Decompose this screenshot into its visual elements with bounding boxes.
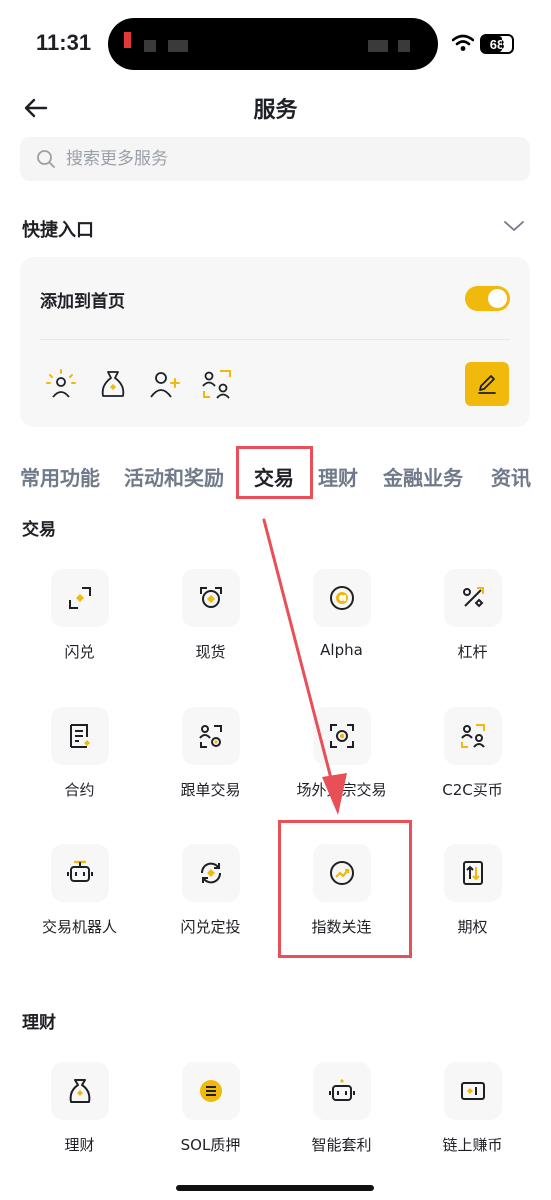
sol-staking-icon	[199, 1080, 222, 1102]
home-indicator	[176, 1185, 374, 1191]
edit-shortcuts-button[interactable]	[465, 362, 509, 406]
service-convert[interactable]: 闪兑	[14, 569, 145, 662]
add-to-home-toggle[interactable]	[465, 286, 510, 311]
service-label: 期权	[457, 918, 488, 936]
dynamic-island	[108, 18, 438, 70]
service-margin[interactable]: 杠杆	[407, 569, 538, 662]
robot-icon	[66, 860, 93, 882]
earn-icon	[69, 1079, 90, 1103]
search-input[interactable]	[66, 137, 506, 181]
service-label: SOL质押	[180, 1136, 241, 1154]
highlight-box-index-link	[278, 820, 412, 958]
tab-activities-rewards[interactable]: 活动和奖励	[124, 462, 224, 491]
service-recurring-buy[interactable]: 闪兑定投	[145, 844, 276, 937]
options-icon	[462, 861, 483, 885]
section-title-trading: 交易	[22, 520, 56, 540]
status-time: 11:31	[36, 30, 92, 55]
tab-common[interactable]: 常用功能	[20, 462, 100, 491]
smart-arbitrage-icon	[328, 1079, 355, 1101]
sun-person-icon[interactable]	[44, 367, 78, 401]
service-sol-staking[interactable]: SOL质押	[145, 1062, 276, 1155]
service-label: 闪兑	[64, 643, 95, 661]
island-pixel	[144, 40, 156, 52]
service-label: 链上赚币	[442, 1136, 503, 1154]
service-earn[interactable]: 理财	[14, 1062, 145, 1155]
island-pixel	[398, 40, 410, 52]
convert-icon	[68, 587, 91, 609]
copy-trading-icon	[198, 725, 222, 748]
island-pixel	[368, 40, 388, 52]
add-user-icon[interactable]	[148, 367, 182, 401]
wifi-icon	[452, 34, 474, 51]
service-c2c[interactable]: C2C买币	[407, 707, 538, 800]
quick-entry-card: 添加到首页	[20, 257, 530, 427]
service-trading-bot[interactable]: 交易机器人	[14, 844, 145, 937]
spot-icon	[199, 587, 222, 608]
onchain-earn-icon	[460, 1082, 485, 1100]
futures-icon	[69, 724, 90, 748]
add-to-home-label: 添加到首页	[40, 292, 125, 312]
service-label: 闪兑定投	[180, 918, 241, 936]
edit-pencil-icon	[478, 375, 496, 394]
person-scan-icon[interactable]	[200, 367, 234, 401]
island-indicator	[124, 32, 131, 48]
tab-news[interactable]: 资讯	[491, 462, 531, 491]
service-label: 智能套利	[311, 1136, 372, 1154]
tab-earn[interactable]: 理财	[318, 462, 358, 491]
quick-entry-title: 快捷入口	[22, 220, 94, 241]
recurring-icon	[200, 862, 221, 884]
money-bag-icon[interactable]	[96, 367, 130, 401]
service-label: 理财	[64, 1136, 95, 1154]
card-divider	[40, 339, 510, 340]
page-title: 服务	[253, 98, 298, 123]
section-title-earn: 理财	[22, 1013, 56, 1033]
service-futures[interactable]: 合约	[14, 707, 145, 800]
service-smart-arbitrage[interactable]: 智能套利	[276, 1062, 407, 1155]
search-icon	[37, 150, 55, 168]
service-onchain-earn[interactable]: 链上赚币	[407, 1062, 538, 1155]
toggle-knob	[488, 289, 507, 308]
service-label: 合约	[64, 781, 95, 799]
c2c-icon	[460, 724, 485, 748]
service-label: 交易机器人	[41, 918, 117, 936]
battery-indicator: 68	[480, 34, 514, 54]
island-pixel	[168, 40, 188, 52]
highlight-box-tab	[236, 446, 313, 499]
search-bar[interactable]	[20, 137, 530, 181]
tab-financial-business[interactable]: 金融业务	[383, 462, 463, 491]
chevron-down-icon[interactable]	[502, 218, 526, 234]
service-label: 杠杆	[457, 643, 488, 661]
service-label: C2C买币	[442, 781, 503, 799]
margin-icon	[462, 587, 484, 608]
battery-level: 68	[489, 37, 505, 52]
annotation-arrow-icon	[262, 518, 347, 815]
service-options[interactable]: 期权	[407, 844, 538, 937]
